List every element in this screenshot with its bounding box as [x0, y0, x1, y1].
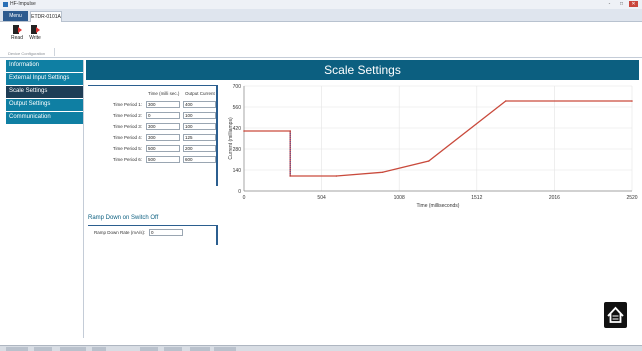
window-controls: - □ ✕ [605, 1, 638, 7]
minimize-button[interactable]: - [605, 1, 614, 7]
sidebar: Information External Input Settings Scal… [6, 60, 84, 338]
page-title: Scale Settings [86, 60, 639, 80]
table-row: Time Period 5: 500 200 [88, 145, 218, 153]
output-input[interactable]: 125 [183, 134, 216, 141]
read-label: Read [11, 35, 23, 41]
time-period-label: Time Period 2: [112, 113, 142, 118]
table-row: Time Period 6: 500 600 [88, 156, 218, 164]
chart-x-tick-label: 2520 [626, 195, 637, 201]
toolbar: Read Write Device Configuration [0, 22, 642, 58]
chart-point [631, 100, 633, 102]
time-input[interactable]: 300 [146, 134, 180, 141]
title-bar: HF-Impulse - □ ✕ [0, 0, 642, 9]
taskbar-item[interactable] [92, 347, 106, 351]
ramp-section-title: Ramp Down on Switch Off [88, 215, 159, 221]
close-button[interactable]: ✕ [629, 1, 638, 7]
output-input[interactable]: 600 [183, 156, 216, 163]
home-button[interactable] [604, 302, 627, 328]
chart-y-tick-label: 560 [233, 105, 242, 111]
time-period-table: Time (milli sec.) Output Current Time Pe… [88, 85, 218, 186]
time-input[interactable]: 500 [146, 156, 180, 163]
table-row: Time Period 1: 300 400 [88, 101, 218, 109]
time-input[interactable]: 300 [146, 123, 180, 130]
taskbar-item[interactable] [34, 347, 52, 351]
chart-x-tick-label: 1512 [471, 195, 482, 201]
table-row: Time Period 3: 300 100 [88, 123, 218, 131]
tab-device[interactable]: ETDR-0101A [30, 11, 62, 22]
time-input[interactable]: 0 [146, 112, 180, 119]
chart-y-tick-label: 700 [233, 84, 242, 90]
time-period-label: Time Period 5: [112, 146, 142, 151]
time-input[interactable]: 500 [146, 145, 180, 152]
sidebar-item-communication[interactable]: Communication [6, 112, 83, 124]
chart-point [289, 175, 291, 177]
chart-point [289, 130, 291, 132]
chart-point [427, 160, 430, 162]
chart-series-line [244, 100, 632, 177]
chart-y-tick-label: 0 [238, 189, 241, 195]
output-column-header: Output Current [185, 91, 215, 96]
read-icon [12, 25, 22, 34]
app-icon [3, 2, 8, 7]
write-label: Write [29, 35, 41, 41]
ramp-rate-input[interactable]: 0 [149, 229, 183, 236]
table-row: Time Period 4: 300 125 [88, 134, 218, 142]
output-input[interactable]: 200 [183, 145, 216, 152]
taskbar [0, 345, 642, 351]
output-input[interactable]: 400 [183, 101, 216, 108]
window-title: HF-Impulse [10, 1, 36, 7]
taskbar-item[interactable] [6, 347, 28, 351]
chart-x-axis-label: Time (milliseconds) [417, 203, 460, 209]
sidebar-item-external-input-settings[interactable]: External Input Settings [6, 73, 83, 85]
taskbar-item[interactable] [190, 347, 210, 351]
home-icon [607, 306, 624, 323]
maximize-button[interactable]: □ [617, 1, 626, 7]
sidebar-item-output-settings[interactable]: Output Settings [6, 99, 83, 111]
group-separator [54, 48, 55, 56]
ramp-panel: Ramp Down Rate (mA/s): 0 [88, 225, 218, 245]
chart-point [381, 171, 384, 174]
taskbar-item[interactable] [140, 347, 158, 351]
output-input[interactable]: 100 [183, 123, 216, 130]
sidebar-item-information[interactable]: Information [6, 60, 83, 72]
taskbar-item[interactable] [164, 347, 182, 351]
taskbar-item[interactable] [60, 347, 86, 351]
chart-x-tick-label: 504 [317, 195, 326, 201]
chart-point [335, 175, 338, 177]
chart-point [504, 100, 507, 102]
chart-x-tick-label: 1008 [394, 195, 405, 201]
time-period-label: Time Period 3: [112, 124, 142, 129]
main-panel: Scale Settings Time (milli sec.) Output … [86, 60, 639, 338]
sidebar-item-scale-settings[interactable]: Scale Settings [6, 86, 83, 98]
chart-y-axis-label: Current (milliamps) [228, 117, 234, 160]
taskbar-item[interactable] [214, 347, 236, 351]
chart-y-tick-label: 140 [233, 168, 242, 174]
table-row: Time Period 2: 0 100 [88, 112, 218, 120]
chart-x-tick-label: 2016 [549, 195, 560, 201]
write-icon [30, 25, 40, 34]
time-period-label: Time Period 4: [112, 135, 142, 140]
write-button[interactable]: Write [27, 25, 43, 47]
time-input[interactable]: 300 [146, 101, 180, 108]
time-period-label: Time Period 6: [112, 157, 142, 162]
menu-tab[interactable]: Menu [3, 11, 28, 21]
ramp-rate-label: Ramp Down Rate (mA/s): [94, 230, 146, 235]
time-period-label: Time Period 1: [112, 102, 142, 107]
read-button[interactable]: Read [9, 25, 25, 47]
chart-point [243, 130, 245, 132]
group-label: Device Configuration [8, 51, 46, 56]
scale-chart: 0 504 1008 1512 2016 25200140280420560700Time… [228, 84, 638, 209]
output-input[interactable]: 100 [183, 112, 216, 119]
chart-x-tick-label: 0 [243, 195, 246, 201]
ribbon-tabs: Menu ETDR-0101A [0, 9, 642, 22]
time-column-header: Time (milli sec.) [148, 91, 180, 96]
